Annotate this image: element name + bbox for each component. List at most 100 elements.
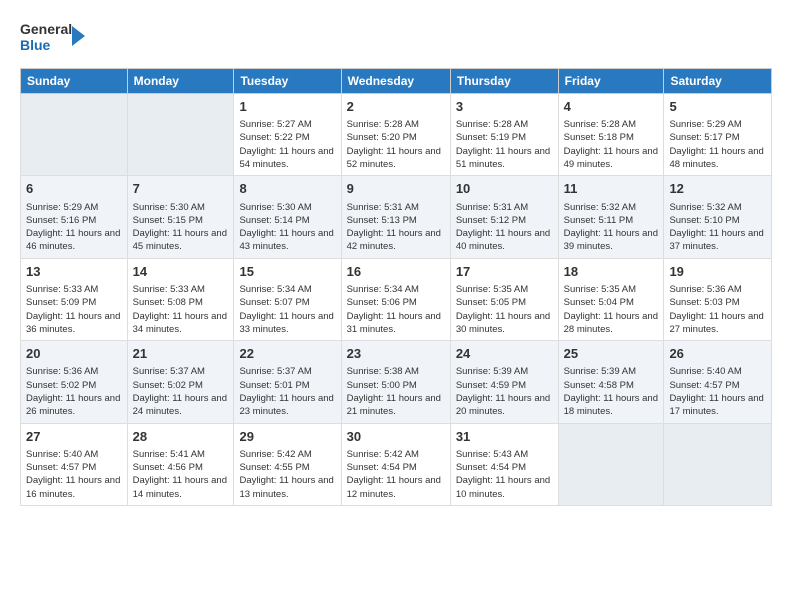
calendar-cell: 30 Sunrise: 5:42 AMSunset: 4:54 PMDayligh… bbox=[341, 423, 450, 505]
day-number: 3 bbox=[456, 98, 553, 116]
calendar-cell: 3 Sunrise: 5:28 AMSunset: 5:19 PMDaylight… bbox=[450, 94, 558, 176]
day-number: 20 bbox=[26, 345, 122, 363]
calendar-header-row: SundayMondayTuesdayWednesdayThursdayFrid… bbox=[21, 69, 772, 94]
calendar-cell: 4Sunrise: 5:28 AMSunset: 5:18 PMDaylight… bbox=[558, 94, 664, 176]
cell-content: Sunrise: 5:33 AMSunset: 5:08 PMDaylight:… bbox=[133, 283, 229, 336]
day-number: 24 bbox=[456, 345, 553, 363]
cell-content: Sunrise: 5:34 AMSunset: 5:06 PMDaylight:… bbox=[347, 283, 445, 336]
calendar-cell: 22 Sunrise: 5:37 AMSunset: 5:01 PMDayligh… bbox=[234, 341, 341, 423]
day-number: 12 bbox=[669, 180, 766, 198]
day-number: 4 bbox=[564, 98, 659, 116]
calendar-cell: 26 Sunrise: 5:40 AMSunset: 4:57 PMDayligh… bbox=[664, 341, 772, 423]
cell-content: Sunrise: 5:41 AMSunset: 4:56 PMDaylight:… bbox=[133, 448, 229, 501]
day-number: 2 bbox=[347, 98, 445, 116]
calendar-cell: 29 Sunrise: 5:42 AMSunset: 4:55 PMDayligh… bbox=[234, 423, 341, 505]
cell-content: Sunrise: 5:30 AMSunset: 5:15 PMDaylight:… bbox=[133, 201, 229, 254]
calendar-cell: 13 Sunrise: 5:33 AMSunset: 5:09 PMDayligh… bbox=[21, 258, 128, 340]
day-header-tuesday: Tuesday bbox=[234, 69, 341, 94]
day-header-monday: Monday bbox=[127, 69, 234, 94]
calendar-week-1: 6 Sunrise: 5:29 AMSunset: 5:16 PMDaylight… bbox=[21, 176, 772, 258]
day-number: 29 bbox=[239, 428, 335, 446]
cell-content: Sunrise: 5:40 AMSunset: 4:57 PMDaylight:… bbox=[26, 448, 122, 501]
calendar-cell: 5 Sunrise: 5:29 AMSunset: 5:17 PMDaylight… bbox=[664, 94, 772, 176]
calendar-cell: 15Sunrise: 5:34 AMSunset: 5:07 PMDayligh… bbox=[234, 258, 341, 340]
svg-text:General: General bbox=[20, 21, 72, 37]
day-number: 31 bbox=[456, 428, 553, 446]
day-number: 8 bbox=[239, 180, 335, 198]
calendar-cell: 2Sunrise: 5:28 AMSunset: 5:20 PMDaylight… bbox=[341, 94, 450, 176]
day-header-sunday: Sunday bbox=[21, 69, 128, 94]
day-number: 19 bbox=[669, 263, 766, 281]
day-number: 23 bbox=[347, 345, 445, 363]
cell-content: Sunrise: 5:38 AMSunset: 5:00 PMDaylight:… bbox=[347, 365, 445, 418]
calendar-cell bbox=[127, 94, 234, 176]
day-number: 11 bbox=[564, 180, 659, 198]
calendar-cell bbox=[664, 423, 772, 505]
day-number: 17 bbox=[456, 263, 553, 281]
calendar-cell: 1 Sunrise: 5:27 AMSunset: 5:22 PMDaylight… bbox=[234, 94, 341, 176]
calendar-week-4: 27 Sunrise: 5:40 AMSunset: 4:57 PMDayligh… bbox=[21, 423, 772, 505]
cell-content: Sunrise: 5:29 AMSunset: 5:17 PMDaylight:… bbox=[669, 118, 766, 171]
day-number: 15 bbox=[239, 263, 335, 281]
cell-content: Sunrise: 5:31 AMSunset: 5:12 PMDaylight:… bbox=[456, 201, 553, 254]
day-number: 22 bbox=[239, 345, 335, 363]
cell-content: Sunrise: 5:28 AMSunset: 5:19 PMDaylight:… bbox=[456, 118, 553, 171]
day-number: 1 bbox=[239, 98, 335, 116]
calendar-week-2: 13 Sunrise: 5:33 AMSunset: 5:09 PMDayligh… bbox=[21, 258, 772, 340]
calendar-cell: 18 Sunrise: 5:35 AMSunset: 5:04 PMDayligh… bbox=[558, 258, 664, 340]
cell-content: Sunrise: 5:42 AMSunset: 4:55 PMDaylight:… bbox=[239, 448, 335, 501]
cell-content: Sunrise: 5:42 AMSunset: 4:54 PMDaylight:… bbox=[347, 448, 445, 501]
header: GeneralBlue bbox=[20, 16, 772, 56]
day-number: 28 bbox=[133, 428, 229, 446]
calendar-cell: 8Sunrise: 5:30 AMSunset: 5:14 PMDaylight… bbox=[234, 176, 341, 258]
cell-content: Sunrise: 5:37 AMSunset: 5:02 PMDaylight:… bbox=[133, 365, 229, 418]
day-header-saturday: Saturday bbox=[664, 69, 772, 94]
day-number: 10 bbox=[456, 180, 553, 198]
cell-content: Sunrise: 5:40 AMSunset: 4:57 PMDaylight:… bbox=[669, 365, 766, 418]
day-header-wednesday: Wednesday bbox=[341, 69, 450, 94]
cell-content: Sunrise: 5:32 AMSunset: 5:11 PMDaylight:… bbox=[564, 201, 659, 254]
day-number: 26 bbox=[669, 345, 766, 363]
calendar-cell: 27 Sunrise: 5:40 AMSunset: 4:57 PMDayligh… bbox=[21, 423, 128, 505]
calendar-cell: 12 Sunrise: 5:32 AMSunset: 5:10 PMDayligh… bbox=[664, 176, 772, 258]
calendar-cell: 31 Sunrise: 5:43 AMSunset: 4:54 PMDayligh… bbox=[450, 423, 558, 505]
day-number: 18 bbox=[564, 263, 659, 281]
cell-content: Sunrise: 5:39 AMSunset: 4:58 PMDaylight:… bbox=[564, 365, 659, 418]
cell-content: Sunrise: 5:35 AMSunset: 5:04 PMDaylight:… bbox=[564, 283, 659, 336]
cell-content: Sunrise: 5:36 AMSunset: 5:02 PMDaylight:… bbox=[26, 365, 122, 418]
calendar-cell: 6 Sunrise: 5:29 AMSunset: 5:16 PMDaylight… bbox=[21, 176, 128, 258]
calendar-week-3: 20 Sunrise: 5:36 AMSunset: 5:02 PMDayligh… bbox=[21, 341, 772, 423]
day-number: 7 bbox=[133, 180, 229, 198]
cell-content: Sunrise: 5:37 AMSunset: 5:01 PMDaylight:… bbox=[239, 365, 335, 418]
calendar-cell: 16Sunrise: 5:34 AMSunset: 5:06 PMDayligh… bbox=[341, 258, 450, 340]
day-number: 30 bbox=[347, 428, 445, 446]
cell-content: Sunrise: 5:43 AMSunset: 4:54 PMDaylight:… bbox=[456, 448, 553, 501]
day-number: 13 bbox=[26, 263, 122, 281]
day-number: 6 bbox=[26, 180, 122, 198]
cell-content: Sunrise: 5:36 AMSunset: 5:03 PMDaylight:… bbox=[669, 283, 766, 336]
calendar-cell: 28 Sunrise: 5:41 AMSunset: 4:56 PMDayligh… bbox=[127, 423, 234, 505]
cell-content: Sunrise: 5:33 AMSunset: 5:09 PMDaylight:… bbox=[26, 283, 122, 336]
logo: GeneralBlue bbox=[20, 16, 90, 56]
day-number: 14 bbox=[133, 263, 229, 281]
cell-content: Sunrise: 5:27 AMSunset: 5:22 PMDaylight:… bbox=[239, 118, 335, 171]
calendar-cell: 25 Sunrise: 5:39 AMSunset: 4:58 PMDayligh… bbox=[558, 341, 664, 423]
page: GeneralBlue SundayMondayTuesdayWednesday… bbox=[0, 0, 792, 612]
calendar-cell: 17Sunrise: 5:35 AMSunset: 5:05 PMDayligh… bbox=[450, 258, 558, 340]
day-number: 5 bbox=[669, 98, 766, 116]
day-number: 9 bbox=[347, 180, 445, 198]
day-number: 25 bbox=[564, 345, 659, 363]
cell-content: Sunrise: 5:29 AMSunset: 5:16 PMDaylight:… bbox=[26, 201, 122, 254]
calendar-cell: 24Sunrise: 5:39 AMSunset: 4:59 PMDayligh… bbox=[450, 341, 558, 423]
calendar-cell: 23 Sunrise: 5:38 AMSunset: 5:00 PMDayligh… bbox=[341, 341, 450, 423]
calendar-cell: 20 Sunrise: 5:36 AMSunset: 5:02 PMDayligh… bbox=[21, 341, 128, 423]
calendar-cell: 9Sunrise: 5:31 AMSunset: 5:13 PMDaylight… bbox=[341, 176, 450, 258]
calendar-cell: 10 Sunrise: 5:31 AMSunset: 5:12 PMDayligh… bbox=[450, 176, 558, 258]
cell-content: Sunrise: 5:32 AMSunset: 5:10 PMDaylight:… bbox=[669, 201, 766, 254]
calendar-cell: 21Sunrise: 5:37 AMSunset: 5:02 PMDayligh… bbox=[127, 341, 234, 423]
calendar-cell: 19 Sunrise: 5:36 AMSunset: 5:03 PMDayligh… bbox=[664, 258, 772, 340]
logo-svg: GeneralBlue bbox=[20, 16, 90, 56]
day-number: 27 bbox=[26, 428, 122, 446]
calendar-table: SundayMondayTuesdayWednesdayThursdayFrid… bbox=[20, 68, 772, 506]
calendar-cell bbox=[558, 423, 664, 505]
